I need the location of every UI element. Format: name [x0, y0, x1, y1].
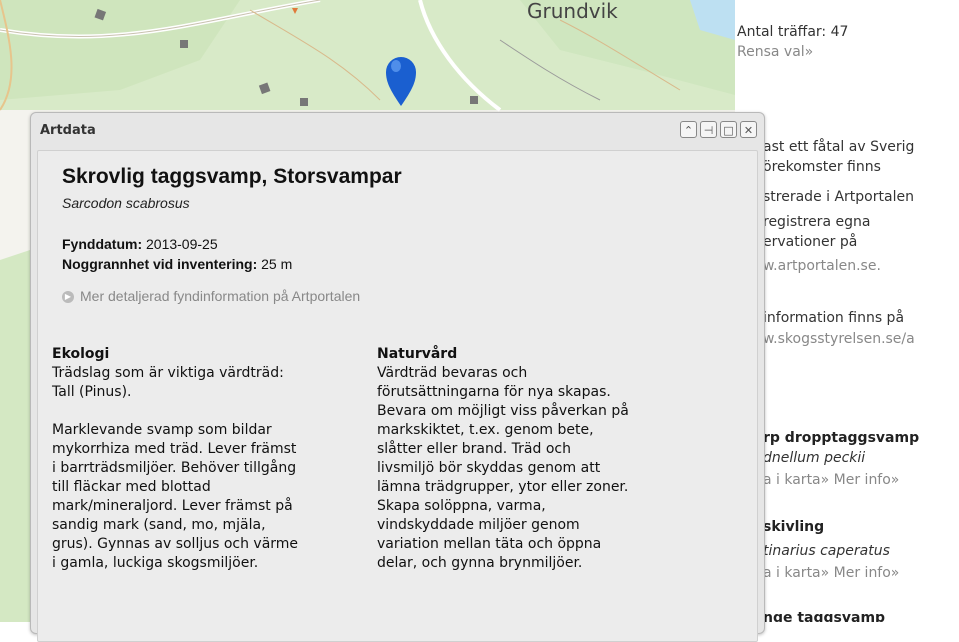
- species-panel: Skrovlig taggsvamp, Storsvampar Sarcodon…: [37, 150, 758, 642]
- collapse-icon[interactable]: ⌃: [680, 121, 697, 138]
- info-line: ervationer på: [763, 234, 858, 250]
- find-date-label: Fynddatum:: [62, 236, 143, 252]
- ekologi-heading: Ekologi: [52, 346, 110, 362]
- pin-icon[interactable]: ⊣: [700, 121, 717, 138]
- result-latin: tinarius caperatus: [763, 543, 890, 559]
- results-sidebar: Antal träffar: 47 Rensa val» ast ett fåt…: [735, 0, 959, 622]
- info-line: ast ett fåtal av Sverig: [763, 139, 915, 155]
- result-links[interactable]: a i karta» Mer info»: [763, 472, 899, 488]
- species-title: Skrovlig taggsvamp, Storsvampar: [62, 165, 402, 188]
- naturvard-section: Naturvård Värdträd bevaras och förutsätt…: [377, 345, 677, 592]
- info-line: strerade i Artportalen: [763, 189, 914, 205]
- artportalen-link[interactable]: w.artportalen.se.: [763, 258, 881, 274]
- result-name[interactable]: skivling: [763, 519, 824, 535]
- accuracy-value: 25 m: [261, 256, 293, 272]
- hits-count: Antal träffar: 47: [737, 24, 849, 40]
- artdata-dialog: Artdata ⌃ ⊣ □ ✕ Skrovlig taggsvamp, Stor…: [30, 112, 765, 642]
- info-line: registrera egna: [763, 214, 871, 230]
- info-line: information finns på: [763, 310, 905, 326]
- find-date: Fynddatum: 2013-09-25: [62, 236, 218, 252]
- naturvard-text: Värdträd bevaras och förutsättningarna f…: [377, 365, 629, 571]
- find-date-value: 2013-09-25: [146, 236, 218, 252]
- result-latin: dnellum peckii: [763, 450, 866, 466]
- ekologi-text: Trädslag som är viktiga värdträd: Tall (…: [52, 365, 284, 400]
- clear-selection-link[interactable]: Rensa val»: [737, 44, 813, 60]
- accuracy: Noggrannhet vid inventering: 25 m: [62, 256, 292, 272]
- result-links[interactable]: a i karta» Mer info»: [763, 565, 899, 581]
- skogsstyrelsen-link[interactable]: w.skogsstyrelsen.se/a: [763, 331, 915, 347]
- arrow-right-icon: ▶: [62, 291, 74, 304]
- species-latin-name: Sarcodon scabrosus: [62, 195, 190, 211]
- naturvard-heading: Naturvård: [377, 346, 458, 362]
- ekologi-section: Ekologi Trädslag som är viktiga värdträd…: [52, 345, 352, 592]
- info-line: örekomster finns: [763, 159, 881, 175]
- result-name[interactable]: rp dropptaggsvamp: [763, 430, 919, 446]
- result-name[interactable]: nge taggsvamp: [763, 610, 885, 622]
- ekologi-text: Marklevande svamp som bildar mykorrhiza …: [52, 422, 299, 571]
- dialog-title: Artdata: [40, 123, 96, 138]
- close-icon[interactable]: ✕: [740, 121, 757, 138]
- maximize-icon[interactable]: □: [720, 121, 737, 138]
- more-info-link[interactable]: ▶ Mer detaljerad fyndinformation på Artpo…: [62, 288, 360, 304]
- more-info-link-label: Mer detaljerad fyndinformation på Artpor…: [80, 288, 361, 304]
- place-label: Grundvik: [527, 0, 618, 23]
- accuracy-label: Noggrannhet vid inventering:: [62, 256, 258, 272]
